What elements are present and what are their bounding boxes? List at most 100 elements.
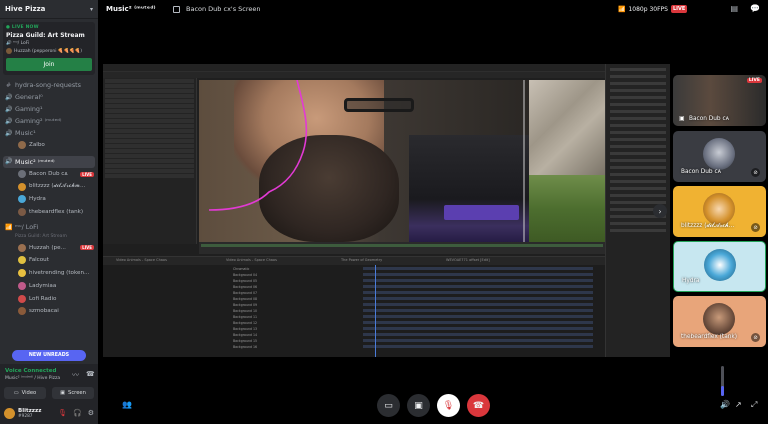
stream-quality[interactable]: 📶 1080p 30FPS LIVE xyxy=(618,5,688,13)
participant-tile-blitzzzz[interactable]: blitzzzz (𝓭𝓲𝓵𝓐𝓻𝓬𝓱... ⊘ xyxy=(673,186,766,237)
chat-icon[interactable]: 💬 xyxy=(750,4,760,13)
screen-icon: ▣ xyxy=(414,400,423,411)
member-bacon-dub[interactable]: Bacon Dub ᴄᴀ LIVE xyxy=(0,168,98,181)
layer-name: Background 04 xyxy=(233,273,258,277)
screen-share-button[interactable]: ▣ Screen xyxy=(52,387,94,399)
fullscreen-icon[interactable]: ⤢ xyxy=(751,400,757,410)
hash-icon: # xyxy=(5,81,12,89)
member-hydra[interactable]: Hydra xyxy=(0,193,98,206)
popout-icon[interactable]: ↗ xyxy=(735,400,742,409)
avatar xyxy=(18,269,26,278)
channel-stage-lofi[interactable]: 📶 ᵐᵘ/ LoFi xyxy=(0,221,98,233)
member-hivetrending[interactable]: hivetrending (token... xyxy=(0,267,98,280)
new-unreads-button[interactable]: NEW UNREADS xyxy=(12,350,86,361)
voice-location: Music² ⁽ᵐᵘᵗᵉᵈ⁾ / Hive Pizza xyxy=(5,376,61,381)
camera-button[interactable]: ▭ xyxy=(377,394,400,417)
timeline-layer-row[interactable]: Background 11 xyxy=(103,315,605,319)
stage-speaker: Huzzah (pepperoni 🍕🍕🍕🍕) xyxy=(6,48,92,54)
member-szmobacai[interactable]: szmobacai xyxy=(0,305,98,318)
layer-bar xyxy=(363,309,593,312)
participant-tile-bacon-dub[interactable]: Bacon Dub ᴄᴀ ⊘ xyxy=(673,131,766,182)
participant-tile-stream[interactable]: LIVE ▣ Bacon Dub ᴄᴀ xyxy=(673,75,766,126)
avatar xyxy=(18,281,26,290)
channel-gaming1[interactable]: 🔊 Gaming¹ xyxy=(0,103,98,115)
video-button[interactable]: ▭ Video xyxy=(4,387,46,399)
avatar xyxy=(18,182,26,191)
disconnect-icon[interactable]: ☎ xyxy=(86,370,95,378)
timeline-layer-row[interactable]: Background 14 xyxy=(103,333,605,337)
stage-icon: 📶 xyxy=(5,223,13,231)
timeline-layer-row[interactable]: Chromatic xyxy=(103,267,605,271)
avatar xyxy=(6,48,12,54)
channel-hydra-song-requests[interactable]: # hydra-song-requests xyxy=(0,79,98,91)
inbox-icon[interactable]: ▤ xyxy=(730,4,738,13)
volume-icon[interactable]: 🔊 xyxy=(720,400,730,409)
timeline-layer-row[interactable]: Background 08 xyxy=(103,297,605,301)
avatar xyxy=(704,249,736,281)
timeline-layer-row[interactable]: Background 07 xyxy=(103,291,605,295)
member-falcout[interactable]: Falcout xyxy=(0,254,98,267)
join-button[interactable]: Join xyxy=(6,58,92,71)
leave-call-button[interactable]: ☎ xyxy=(467,394,490,417)
timeline-layer-row[interactable]: Background 16 xyxy=(103,345,605,349)
timeline-layer-row[interactable]: Background 12 xyxy=(103,321,605,325)
timeline-layer-row[interactable]: Background 15 xyxy=(103,339,605,343)
layer-name: Background 16 xyxy=(233,345,258,349)
roto-outline xyxy=(208,80,525,242)
screen-icon xyxy=(173,6,180,13)
volume-slider-fill xyxy=(721,385,724,396)
channel-general[interactable]: 🔊 General⁰ xyxy=(0,91,98,103)
composition-viewer xyxy=(199,80,605,242)
activity-icon[interactable]: 👥 xyxy=(122,400,132,409)
timeline-layer-row[interactable]: Background 10 xyxy=(103,309,605,313)
layer-name: Chromatic xyxy=(233,267,250,271)
member-huzzah[interactable]: Huzzah (pe... LIVE xyxy=(0,241,98,254)
mute-icon: ⊘ xyxy=(751,168,760,177)
speaker-icon: 🔊 xyxy=(5,117,13,125)
layer-name: Background 06 xyxy=(233,285,258,289)
layer-bar xyxy=(363,285,593,288)
screen-share-stream[interactable]: Video Animals - Space Chaos Video Animal… xyxy=(103,64,670,357)
participant-tile-hydra[interactable]: Hydra xyxy=(673,241,766,292)
gear-icon[interactable]: ⚙ xyxy=(88,409,94,417)
speaker-icon: 🔊 xyxy=(5,93,13,101)
layer-name: Background 11 xyxy=(233,315,258,319)
comp-tab: Video Animals - Space Chaos xyxy=(226,258,277,262)
timeline-layer-row[interactable]: Background 13 xyxy=(103,327,605,331)
chevron-right-icon[interactable]: › xyxy=(653,204,667,218)
avatar[interactable] xyxy=(4,407,15,419)
headphones-icon[interactable]: 🎧 xyxy=(73,409,82,417)
live-now-label: ● LIVE NOW xyxy=(6,25,39,30)
layer-name: Background 15 xyxy=(233,339,258,343)
timeline-layer-row[interactable]: Background 06 xyxy=(103,285,605,289)
channel-music2-active[interactable]: 🔊 Music² ⁽ᵐᵘᵗᵉᵈ⁾ xyxy=(3,155,95,168)
screen-icon: ▣ xyxy=(60,390,66,396)
avatar xyxy=(703,193,735,225)
screen-share-button[interactable]: ▣ xyxy=(407,394,430,417)
layer-bar xyxy=(363,273,593,276)
participant-tile-thebeardflex[interactable]: thebeardflex (tank) ⊘ xyxy=(673,296,766,347)
noise-suppression-icon[interactable]: 〰 xyxy=(72,370,79,380)
layer-bar xyxy=(363,291,593,294)
member-zalbo[interactable]: Zalbo xyxy=(0,139,98,152)
participant-name: blitzzzz (𝓭𝓲𝓵𝓐𝓻𝓬𝓱... xyxy=(681,223,735,229)
volume-slider[interactable] xyxy=(721,366,724,396)
timeline-layer-row[interactable]: Background 09 xyxy=(103,303,605,307)
layer-name: Background 05 xyxy=(233,279,258,283)
mute-mic-icon[interactable]: 🎙 xyxy=(58,409,67,417)
member-blitzzzz[interactable]: blitzzzz (𝓭𝓲𝓵𝓐𝓻𝓬𝓱𝓶... xyxy=(0,180,98,193)
server-header[interactable]: Hive Pizza ▾ xyxy=(0,0,98,19)
speaker-icon: 🔊 xyxy=(5,105,13,113)
timeline-layer-row[interactable]: Background 05 xyxy=(103,279,605,283)
member-lofi-radio[interactable]: Lofi Radio xyxy=(0,292,98,305)
layer-name: Background 08 xyxy=(233,297,258,301)
avatar xyxy=(18,256,26,265)
member-ladymiaa[interactable]: Ladymiaa xyxy=(0,280,98,293)
mic-button[interactable]: 🎙 xyxy=(437,394,460,417)
channel-music1[interactable]: 🔊 Music¹ xyxy=(0,127,98,139)
timeline-layer-row[interactable]: Background 04 xyxy=(103,273,605,277)
voice-status[interactable]: Voice Connected xyxy=(5,368,56,374)
member-thebeardflex[interactable]: thebeardflex (tank) xyxy=(0,206,98,219)
channel-gaming2[interactable]: 🔊 Gaming² ⁽ᵐᵘᵗᵉᵈ⁾ xyxy=(0,115,98,127)
comp-tab: Video Animals - Space Chaos xyxy=(116,258,167,262)
